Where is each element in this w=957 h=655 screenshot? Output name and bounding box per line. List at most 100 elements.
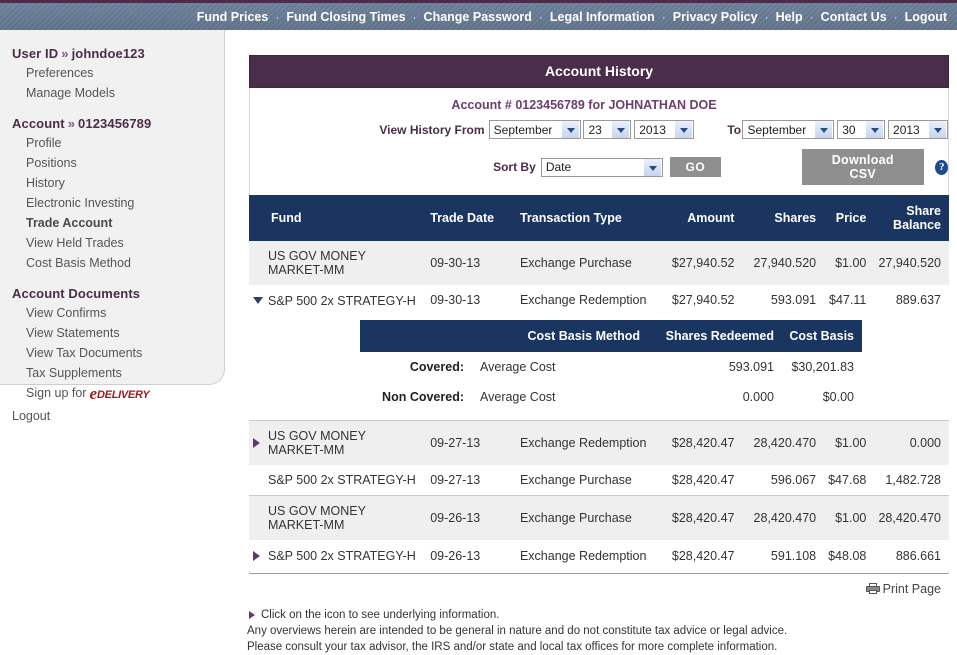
printer-icon — [865, 583, 880, 595]
chevron-right-icon: » — [67, 116, 76, 131]
sidebar-item-view-statements[interactable]: View Statements — [0, 323, 224, 343]
column-header-transaction-type[interactable]: Transaction Type — [513, 195, 661, 241]
cell-fund: S&P 500 2x STRATEGY-H — [249, 464, 425, 496]
fund-name-line1: US GOV MONEY — [268, 504, 366, 519]
to-year-select[interactable]: 2013 — [888, 120, 949, 139]
cell-amount: $28,420.47 — [660, 540, 741, 572]
cost-basis-col-spacer — [360, 319, 470, 352]
sidebar-item-view-held-trades[interactable]: View Held Trades — [0, 233, 224, 253]
table-row[interactable]: US GOV MONEY MARKET-MM 09-30-13 Exchange Pu… — [249, 241, 949, 285]
triangle-down-icon[interactable] — [253, 297, 265, 305]
nav-separator: · — [661, 9, 666, 24]
sort-by-label: Sort By — [493, 160, 536, 174]
edelivery-word: DELIVERY — [97, 389, 150, 401]
nav-link-logout[interactable]: Logout — [903, 10, 949, 24]
from-month-select[interactable]: September — [488, 120, 581, 139]
nav-link-contact-us[interactable]: Contact Us — [819, 10, 889, 24]
nav-link-fund-prices[interactable]: Fund Prices — [195, 10, 271, 24]
nav-link-fund-closing-times[interactable]: Fund Closing Times — [284, 10, 407, 24]
from-month-wrap: September — [488, 120, 581, 139]
cell-price: $47.68 — [822, 464, 873, 496]
triangle-right-icon[interactable] — [253, 437, 265, 448]
fund-name: S&P 500 2x STRATEGY-H — [268, 294, 416, 308]
cell-transaction-type: Exchange Purchase — [513, 495, 661, 541]
sidebar-item-view-tax-documents[interactable]: View Tax Documents — [0, 343, 224, 363]
nav-link-legal-information[interactable]: Legal Information — [548, 10, 657, 24]
cost-basis-row: Non Covered: Average Cost 0.000 $0.00 — [360, 381, 862, 412]
help-icon[interactable]: ? — [935, 159, 949, 175]
print-page-link[interactable]: Print Page — [865, 582, 941, 596]
cost-basis-cell: Cost Basis Method Shares Redeemed Cost Bas… — [249, 315, 949, 421]
cost-basis-col-method: Cost Basis Method — [470, 319, 650, 352]
sidebar-item-trade-account[interactable]: Trade Account — [0, 213, 224, 233]
column-header-price[interactable]: Price — [822, 195, 873, 241]
cell-shares: 28,420.470 — [740, 495, 823, 541]
fund-name-line1: S&P 500 2x STRATEGY-H — [268, 473, 416, 488]
chevron-right-icon: » — [61, 46, 69, 61]
triangle-right-icon — [249, 611, 255, 619]
column-header-amount[interactable]: Amount — [660, 195, 741, 241]
cell-share-balance: 0.000 — [872, 419, 949, 465]
cell-trade-date: 09-26-13 — [424, 540, 514, 572]
cell-trade-date: 09-27-13 — [424, 464, 514, 496]
from-day-select[interactable]: 23 — [583, 120, 632, 139]
nav-link-privacy-policy[interactable]: Privacy Policy — [671, 10, 760, 24]
sidebar-item-logout[interactable]: Logout — [0, 403, 224, 425]
table-row[interactable]: S&P 500 2x STRATEGY-H 09-27-13 Exchange Pu… — [249, 464, 949, 496]
table-row[interactable]: S&P 500 2x STRATEGY-H 09-26-13 Exchange Re… — [249, 540, 949, 572]
nav-link-help[interactable]: Help — [774, 10, 805, 24]
nav-separator: · — [809, 9, 814, 24]
sort-by-select[interactable]: Date — [540, 157, 663, 177]
account-summary-line: Account # 0123456789 for JOHNATHAN DOE — [451, 98, 717, 112]
column-header-fund[interactable]: Fund — [249, 195, 425, 241]
go-button[interactable]: GO — [669, 157, 722, 177]
sidebar-item-sign-up-edelivery[interactable]: Sign up for eDELIVERY — [0, 383, 224, 403]
to-day-select[interactable]: 30 — [837, 120, 886, 139]
sidebar-user-items: Preferences Manage Models — [0, 63, 224, 103]
sidebar-item-view-confirms[interactable]: View Confirms — [0, 303, 224, 323]
fund-name-line1: S&P 500 2x STRATEGY-H — [268, 549, 416, 564]
column-header-share-balance[interactable]: Share Balance — [872, 195, 949, 241]
fund-name: S&P 500 2x STRATEGY-H — [268, 473, 416, 487]
to-month-select[interactable]: September — [742, 120, 835, 139]
fund-name: US GOV MONEY MARKET-MM — [268, 504, 366, 532]
column-header-trade-date[interactable]: Trade Date — [424, 195, 514, 241]
to-day-wrap: 30 — [837, 120, 886, 139]
column-header-shares[interactable]: Shares — [740, 195, 823, 241]
cell-price: $48.08 — [822, 540, 873, 572]
left-sidebar: User ID» johndoe123 Preferences Manage Mod… — [0, 30, 225, 423]
sidebar-user-label: User ID — [12, 46, 59, 61]
top-navigation-bar: Fund Prices · Fund Closing Times · Change Pa… — [0, 0, 957, 30]
to-month-wrap: September — [742, 120, 835, 139]
from-year-wrap: 2013 — [634, 120, 695, 139]
cost-basis-col-shares-redeemed: Shares Redeemed — [650, 319, 780, 352]
nav-link-change-password[interactable]: Change Password — [422, 10, 534, 24]
cell-shares: 591.108 — [740, 540, 823, 572]
table-row[interactable]: US GOV MONEY MARKET-MM 09-27-13 Exchange Re… — [249, 419, 949, 465]
footer-disclaimer: Click on the icon to see underlying info… — [247, 607, 957, 655]
sidebar-item-cost-basis-method[interactable]: Cost Basis Method — [0, 253, 224, 273]
cost-basis-row-method: Average Cost — [470, 381, 650, 412]
cell-transaction-type: Exchange Redemption — [513, 540, 661, 572]
sidebar-item-tax-supplements[interactable]: Tax Supplements — [0, 363, 224, 383]
sidebar-item-profile[interactable]: Profile — [0, 133, 224, 153]
sidebar-account-label: Account — [12, 116, 65, 131]
table-row[interactable]: US GOV MONEY MARKET-MM 09-26-13 Exchange Pu… — [249, 495, 949, 541]
cell-price: $1.00 — [822, 241, 873, 285]
sidebar-item-preferences[interactable]: Preferences — [0, 63, 224, 83]
cell-shares: 596.067 — [740, 464, 823, 496]
to-year-wrap: 2013 — [888, 120, 949, 139]
table-row[interactable]: S&P 500 2x STRATEGY-H 09-30-13 Exchange Re… — [249, 285, 949, 316]
cost-basis-col-cost-basis: Cost Basis — [780, 319, 862, 352]
download-csv-button[interactable]: Download CSV — [801, 149, 924, 185]
sidebar-item-positions[interactable]: Positions — [0, 153, 224, 173]
sidebar-item-electronic-investing[interactable]: Electronic Investing — [0, 193, 224, 213]
table-body: US GOV MONEY MARKET-MM 09-30-13 Exchange Pu… — [249, 241, 949, 572]
cell-transaction-type: Exchange Purchase — [513, 464, 661, 496]
nav-separator: · — [275, 9, 280, 24]
sidebar-item-history[interactable]: History — [0, 173, 224, 193]
sidebar-item-manage-models[interactable]: Manage Models — [0, 83, 224, 103]
triangle-right-icon[interactable] — [253, 551, 265, 562]
from-year-select[interactable]: 2013 — [634, 120, 695, 139]
